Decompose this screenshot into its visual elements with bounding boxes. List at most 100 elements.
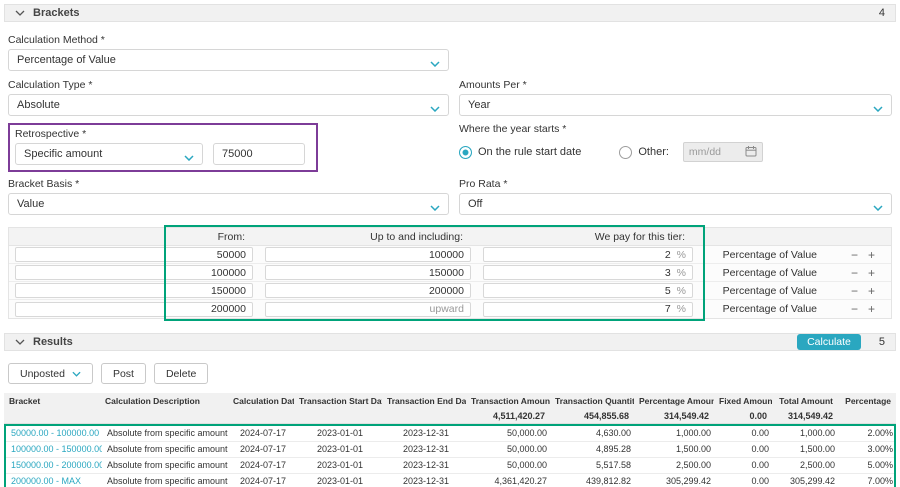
- results-toolbar: Unposted Post Delete: [4, 351, 896, 384]
- chevron-down-icon: [430, 202, 440, 214]
- calculation-type-select[interactable]: Absolute: [8, 94, 449, 116]
- bracket-link[interactable]: 50000.00 - 100000.00: [6, 426, 102, 441]
- remove-tier-button[interactable]: −: [851, 303, 858, 315]
- result-cell: 5.00%: [840, 458, 898, 473]
- bracket-link[interactable]: 150000.00 - 200000.00: [6, 458, 102, 473]
- results-table-totals: 4,511,420.27454,855.68314,549.420.00314,…: [4, 409, 896, 424]
- results-table: BracketCalculation DescriptionCalculatio…: [4, 393, 896, 487]
- tier-table: From: Up to and including: We pay for th…: [8, 227, 892, 319]
- calculation-type-value: Absolute: [17, 99, 60, 111]
- tier-rate-input[interactable]: 7%: [483, 302, 693, 317]
- tier-basis-label: Percentage of Value: [699, 246, 835, 263]
- result-cell: 50,000.00: [468, 458, 552, 473]
- header-cell: Transaction Quantity: [550, 393, 634, 409]
- remove-tier-button[interactable]: −: [851, 267, 858, 279]
- results-annotation-box-green: 50000.00 - 100000.00Absolute from specif…: [4, 424, 896, 487]
- results-count: 5: [879, 336, 885, 348]
- chevron-down-icon: [873, 103, 883, 115]
- tier-upto-input[interactable]: 100000: [265, 247, 471, 262]
- result-cell: 5,517.58: [552, 458, 636, 473]
- header-cell: Total Amount: [772, 393, 838, 409]
- tier-upto-header: Up to and including:: [259, 228, 477, 246]
- year-starts-label: Where the year starts *: [459, 123, 892, 135]
- result-cell: 50,000.00: [468, 426, 552, 441]
- calculate-button[interactable]: Calculate: [797, 334, 861, 350]
- rule-configuration-page: Brackets 4 Calculation Method * Percenta…: [0, 0, 900, 487]
- result-cell: 439,812.82: [552, 474, 636, 487]
- header-cell: Bracket: [4, 393, 100, 409]
- tier-row: 1000001500003%Percentage of Value−+: [9, 264, 891, 282]
- radio-unselected-icon: [619, 146, 632, 159]
- total-cell: 314,549.42: [634, 409, 714, 423]
- result-cell: 2023-01-01: [296, 474, 384, 487]
- pro-rata-select[interactable]: Off: [459, 193, 892, 215]
- tier-from-input[interactable]: 200000: [15, 302, 253, 317]
- total-cell: [4, 409, 100, 423]
- brackets-form: Calculation Method * Percentage of Value…: [4, 22, 896, 215]
- retrospective-select[interactable]: Specific amount: [15, 143, 203, 165]
- tier-upto-input[interactable]: 150000: [265, 265, 471, 280]
- pro-rata-value: Off: [468, 198, 482, 210]
- brackets-section-header[interactable]: Brackets 4: [4, 4, 896, 22]
- header-cell: Calculation Description: [100, 393, 228, 409]
- calculation-method-value: Percentage of Value: [17, 54, 116, 66]
- total-cell: 4,511,420.27: [466, 409, 550, 423]
- tier-from-input[interactable]: 150000: [15, 283, 253, 298]
- results-section-header[interactable]: Results Calculate 5: [4, 333, 896, 351]
- delete-button[interactable]: Delete: [154, 363, 208, 384]
- remove-tier-button[interactable]: −: [851, 249, 858, 261]
- calculation-method-select[interactable]: Percentage of Value: [8, 49, 449, 71]
- tier-rate-input[interactable]: 5%: [483, 283, 693, 298]
- chevron-down-icon: [430, 58, 440, 70]
- total-cell: 314,549.42: [772, 409, 838, 423]
- result-cell: 2,500.00: [774, 458, 840, 473]
- bracket-basis-label: Bracket Basis *: [8, 178, 449, 190]
- result-cell: 2,500.00: [636, 458, 716, 473]
- header-cell: Percentage: [838, 393, 896, 409]
- bracket-link[interactable]: 200000.00 - MAX: [6, 474, 102, 487]
- add-tier-button[interactable]: +: [868, 285, 875, 297]
- retrospective-label: Retrospective *: [15, 128, 311, 140]
- retrospective-amount-input[interactable]: 75000: [213, 143, 305, 165]
- header-cell: Transaction Amount: [466, 393, 550, 409]
- tier-rate-input[interactable]: 3%: [483, 265, 693, 280]
- result-cell: 50,000.00: [468, 442, 552, 457]
- header-cell: Transaction End Date: [382, 393, 466, 409]
- header-cell: Percentage Amount: [634, 393, 714, 409]
- result-cell: 2024-07-17: [230, 442, 296, 457]
- result-cell: 4,895.28: [552, 442, 636, 457]
- amounts-per-select[interactable]: Year: [459, 94, 892, 116]
- tier-from-input[interactable]: 100000: [15, 265, 253, 280]
- tier-table-header: From: Up to and including: We pay for th…: [9, 228, 891, 246]
- add-tier-button[interactable]: +: [868, 303, 875, 315]
- remove-tier-button[interactable]: −: [851, 285, 858, 297]
- header-cell: Transaction Start Date: [294, 393, 382, 409]
- result-cell: 0.00: [716, 426, 774, 441]
- tier-rate-input[interactable]: 2%: [483, 247, 693, 262]
- year-start-other-radio[interactable]: Other:: [619, 146, 669, 159]
- add-tier-button[interactable]: +: [868, 249, 875, 261]
- bracket-basis-select[interactable]: Value: [8, 193, 449, 215]
- chevron-down-icon: [15, 10, 25, 16]
- year-start-other-radio-label: Other:: [638, 146, 669, 158]
- post-button[interactable]: Post: [101, 363, 146, 384]
- unposted-dropdown-button[interactable]: Unposted: [8, 363, 93, 384]
- tier-from-input[interactable]: 50000: [15, 247, 253, 262]
- result-cell: 2023-12-31: [384, 458, 468, 473]
- chevron-down-icon: [873, 202, 883, 214]
- results-table-header: BracketCalculation DescriptionCalculatio…: [4, 393, 896, 409]
- unposted-label: Unposted: [20, 368, 65, 380]
- chevron-down-icon: [15, 339, 25, 345]
- result-cell: 2023-01-01: [296, 426, 384, 441]
- retrospective-annotation-box: Retrospective * Specific amount 75000: [8, 123, 318, 172]
- bracket-link[interactable]: 100000.00 - 150000.00: [6, 442, 102, 457]
- year-start-rule-radio[interactable]: On the rule start date: [459, 146, 581, 159]
- tier-row: 200000upward7%Percentage of Value−+: [9, 300, 891, 318]
- total-cell: 454,855.68: [550, 409, 634, 423]
- amounts-per-label: Amounts Per *: [459, 79, 892, 91]
- tier-from-header: From:: [9, 228, 259, 246]
- amounts-per-value: Year: [468, 99, 490, 111]
- tier-upto-input[interactable]: upward: [265, 302, 471, 317]
- tier-upto-input[interactable]: 200000: [265, 283, 471, 298]
- add-tier-button[interactable]: +: [868, 267, 875, 279]
